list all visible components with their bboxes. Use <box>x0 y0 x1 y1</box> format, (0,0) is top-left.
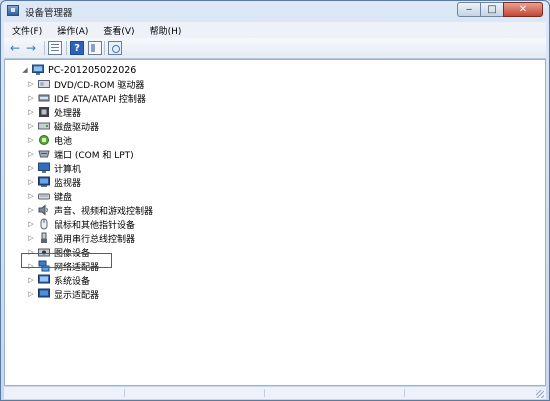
tree-node-battery[interactable]: ▷ 电池 <box>27 133 72 147</box>
toolbar-divider <box>104 41 105 55</box>
node-label: 声音、视频和游戏控制器 <box>54 206 154 217</box>
display-adapter-icon <box>38 288 50 300</box>
menu-bar: 文件(F) 操作(A) 查看(V) 帮助(H) <box>4 22 546 39</box>
node-label: 处理器 <box>54 108 82 119</box>
status-divider <box>404 389 405 397</box>
back-arrow-icon[interactable]: ← <box>10 41 24 55</box>
node-label: 通用串行总线控制器 <box>54 234 136 245</box>
maximize-button[interactable]: □ <box>480 2 504 17</box>
node-label: 电池 <box>54 136 73 147</box>
keyboard-icon <box>38 190 50 202</box>
tree-node-ide[interactable]: ▷ IDE ATA/ATAPI 控制器 <box>27 91 146 105</box>
node-label: IDE ATA/ATAPI 控制器 <box>54 94 146 105</box>
status-bar <box>4 387 546 399</box>
mouse-icon <box>38 218 50 230</box>
tree-node-dvd[interactable]: ▷ DVD/CD-ROM 驱动器 <box>27 77 144 91</box>
device-manager-window: 设备管理器 ‒ □ ✕ 文件(F) 操作(A) 查看(V) 帮助(H) ← → … <box>0 0 550 401</box>
toolbar-divider <box>44 41 45 55</box>
monitor-icon <box>38 176 50 188</box>
node-label: 监视器 <box>54 178 82 189</box>
node-label: 系统设备 <box>54 276 91 287</box>
status-divider <box>264 389 265 397</box>
close-button[interactable]: ✕ <box>503 2 543 17</box>
properties-icon[interactable] <box>88 41 102 55</box>
status-divider <box>124 389 125 397</box>
node-label: 键盘 <box>54 192 73 203</box>
device-tree-pane: ◢ PC-201205022026 ▷ DVD/CD-ROM 驱动器 ▷ IDE… <box>4 59 546 386</box>
processor-icon <box>38 106 50 118</box>
tree-root[interactable]: ◢ PC-201205022026 <box>21 63 136 77</box>
dvd-drive-icon <box>38 78 50 90</box>
tree-node-system[interactable]: ▷ 系统设备 <box>27 273 90 287</box>
expand-icon[interactable]: ▷ <box>27 234 35 242</box>
tree-node-display[interactable]: ▷ 显示适配器 <box>27 287 99 301</box>
window-controls: ‒ □ ✕ <box>457 2 543 17</box>
usb-icon <box>38 232 50 244</box>
node-label: 鼠标和其他指针设备 <box>54 220 136 231</box>
annotation-highlight-box <box>21 253 112 268</box>
expand-icon[interactable]: ▷ <box>27 108 35 116</box>
expand-icon[interactable]: ▷ <box>27 150 35 158</box>
expand-icon[interactable]: ▷ <box>27 80 35 88</box>
tree-node-disk[interactable]: ▷ 磁盘驱动器 <box>27 119 99 133</box>
help-icon[interactable]: ? <box>70 41 84 55</box>
toolbar-divider <box>66 41 67 55</box>
tree-node-ports[interactable]: ▷ 端口 (COM 和 LPT) <box>27 147 134 161</box>
scan-hardware-changes-icon[interactable] <box>108 41 122 55</box>
expand-icon[interactable]: ▷ <box>27 164 35 172</box>
node-label: 磁盘驱动器 <box>54 122 100 133</box>
menu-file[interactable]: 文件(F) <box>4 24 49 37</box>
minimize-button[interactable]: ‒ <box>457 2 481 17</box>
tree-node-computer[interactable]: ▷ 计算机 <box>27 161 81 175</box>
node-label: 计算机 <box>54 164 82 175</box>
menu-help[interactable]: 帮助(H) <box>142 24 189 37</box>
expand-icon[interactable]: ▷ <box>27 178 35 186</box>
show-hide-console-tree-icon[interactable] <box>48 41 62 55</box>
expand-icon[interactable]: ▷ <box>27 136 35 144</box>
node-label: DVD/CD-ROM 驱动器 <box>54 80 145 91</box>
battery-icon <box>38 134 50 146</box>
port-icon <box>38 148 50 160</box>
computer-root-icon <box>32 64 44 76</box>
menu-action[interactable]: 操作(A) <box>49 24 95 37</box>
disk-drive-icon <box>38 120 50 132</box>
expand-icon[interactable]: ▷ <box>27 290 35 298</box>
sound-icon <box>38 204 50 216</box>
expand-icon[interactable]: ▷ <box>27 94 35 102</box>
tree-node-usb[interactable]: ▷ 通用串行总线控制器 <box>27 231 135 245</box>
toolbar: ← → ? <box>4 38 546 59</box>
expand-icon[interactable]: ▷ <box>27 206 35 214</box>
node-label: 显示适配器 <box>54 290 100 301</box>
forward-arrow-icon[interactable]: → <box>26 41 40 55</box>
system-device-icon <box>38 274 50 286</box>
tree-node-keyboard[interactable]: ▷ 键盘 <box>27 189 72 203</box>
collapse-icon[interactable]: ◢ <box>21 66 29 74</box>
title-bar[interactable]: 设备管理器 ‒ □ ✕ <box>1 1 549 21</box>
menu-view[interactable]: 查看(V) <box>95 24 141 37</box>
computer-icon <box>38 162 50 174</box>
expand-icon[interactable]: ▷ <box>27 192 35 200</box>
expand-icon[interactable]: ▷ <box>27 220 35 228</box>
resize-grip-icon[interactable] <box>536 390 544 398</box>
computer-name: PC-201205022026 <box>48 64 137 76</box>
tree-node-monitor[interactable]: ▷ 监视器 <box>27 175 81 189</box>
expand-icon[interactable]: ▷ <box>27 122 35 130</box>
window-title: 设备管理器 <box>25 8 73 19</box>
node-label: 端口 (COM 和 LPT) <box>54 150 134 161</box>
device-manager-app-icon <box>7 5 19 16</box>
expand-icon[interactable]: ▷ <box>27 276 35 284</box>
ide-controller-icon <box>38 92 50 104</box>
tree-node-sound[interactable]: ▷ 声音、视频和游戏控制器 <box>27 203 153 217</box>
tree-node-processor[interactable]: ▷ 处理器 <box>27 105 81 119</box>
tree-node-mouse[interactable]: ▷ 鼠标和其他指针设备 <box>27 217 135 231</box>
